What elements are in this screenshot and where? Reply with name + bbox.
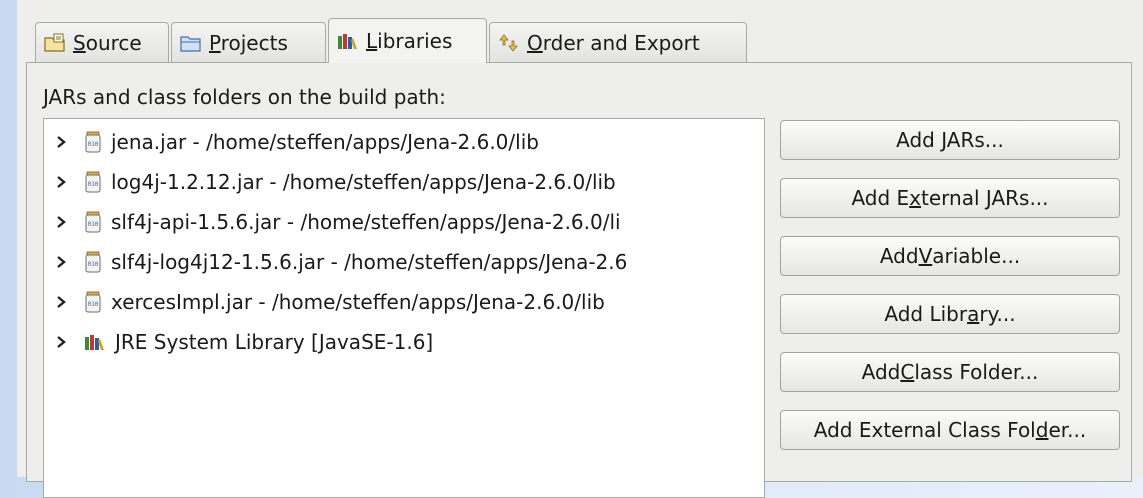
tree-row-xercesimpl-jar[interactable]: 010 xercesImpl.jar - /home/steffen/apps/… xyxy=(44,285,764,319)
svg-text:010: 010 xyxy=(88,181,99,188)
expand-arrow-icon[interactable] xyxy=(54,256,68,268)
jar-icon: 010 xyxy=(84,131,102,153)
tab-projects[interactable]: Projects xyxy=(171,22,326,62)
library-icon xyxy=(84,332,106,352)
mnemonic: P xyxy=(209,30,221,55)
add-external-jars-button[interactable]: Add Ex ternal JARs... xyxy=(780,178,1120,218)
tree-row-slf4j-api-jar[interactable]: 010 slf4j-api-1.5.6.jar - /home/steffen/… xyxy=(44,205,764,239)
expand-arrow-icon[interactable] xyxy=(54,136,68,148)
expand-arrow-icon[interactable] xyxy=(54,176,68,188)
tree-row-log4j-jar[interactable]: 010 log4j-1.2.12.jar - /home/steffen/app… xyxy=(44,165,764,199)
svg-text:010: 010 xyxy=(88,141,99,148)
add-jars-button[interactable]: Add JARs... xyxy=(780,120,1120,160)
java-build-path-panel: Source Projects Libraries Order and Expo… xyxy=(17,0,1143,498)
jar-icon: 010 xyxy=(84,251,102,273)
tree-row-slf4j-log4j12-jar[interactable]: 010 slf4j-log4j12-1.5.6.jar - /home/stef… xyxy=(44,245,764,279)
tree-row-label: log4j-1.2.12.jar - /home/steffen/apps/Je… xyxy=(111,170,616,194)
section-heading: JARs and class folders on the build path… xyxy=(43,85,446,109)
tree-row-label: jena.jar - /home/steffen/apps/Jena-2.6.0… xyxy=(111,130,539,154)
tab-source[interactable]: Source xyxy=(35,22,169,62)
expand-arrow-icon[interactable] xyxy=(54,216,68,228)
libraries-icon xyxy=(337,31,359,51)
mnemonic: V xyxy=(918,244,933,268)
add-variable-button[interactable]: Add Variable... xyxy=(780,236,1120,276)
mnemonic: L xyxy=(366,29,378,53)
source-folder-icon xyxy=(44,33,66,53)
libraries-panel: JARs and class folders on the build path… xyxy=(26,62,1132,498)
mnemonic: x xyxy=(909,186,922,210)
mnemonic: C xyxy=(900,360,915,384)
mnemonic: d xyxy=(1035,418,1049,442)
tree-row-jena-jar[interactable]: 010 jena.jar - /home/steffen/apps/Jena-2… xyxy=(44,125,764,159)
tree-row-jre-system-library[interactable]: JRE System Library [JavaSE-1.6] xyxy=(44,325,764,359)
projects-folder-icon xyxy=(180,33,202,53)
tree-row-label: xercesImpl.jar - /home/steffen/apps/Jena… xyxy=(111,290,605,314)
add-external-class-folder-button[interactable]: Add External Class Fol d er... xyxy=(780,410,1120,450)
jar-icon: 010 xyxy=(84,211,102,233)
add-library-button[interactable]: Add Libr a ry... xyxy=(780,294,1120,334)
build-path-tree[interactable]: 010 jena.jar - /home/steffen/apps/Jena-2… xyxy=(43,118,765,498)
tree-row-label: JRE System Library [JavaSE-1.6] xyxy=(115,330,434,354)
tree-row-label: slf4j-log4j12-1.5.6.jar - /home/steffen/… xyxy=(111,250,628,274)
tree-row-label: slf4j-api-1.5.6.jar - /home/steffen/apps… xyxy=(111,210,621,234)
tab-libraries[interactable]: Libraries xyxy=(328,18,487,63)
order-export-icon xyxy=(498,33,520,53)
svg-text:010: 010 xyxy=(88,261,99,268)
svg-text:010: 010 xyxy=(88,301,99,308)
svg-text:010: 010 xyxy=(88,221,99,228)
add-class-folder-button[interactable]: Add Class Folder... xyxy=(780,352,1120,392)
expand-arrow-icon[interactable] xyxy=(54,336,68,348)
mnemonic: a xyxy=(967,302,980,326)
jar-icon: 010 xyxy=(84,291,102,313)
tab-order-and-export[interactable]: Order and Export xyxy=(489,22,747,62)
jar-icon: 010 xyxy=(84,171,102,193)
mnemonic: O xyxy=(527,30,543,55)
expand-arrow-icon[interactable] xyxy=(54,296,68,308)
mnemonic: S xyxy=(73,30,86,55)
